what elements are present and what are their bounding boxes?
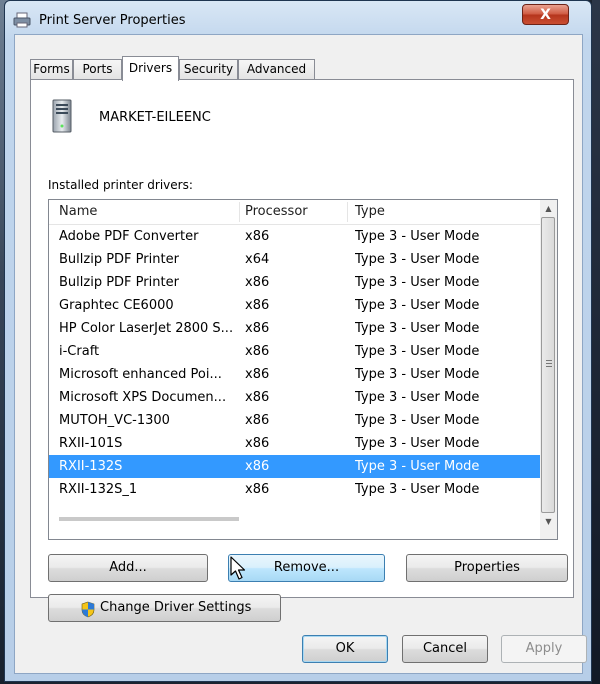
driver-name: Adobe PDF Converter (59, 229, 199, 244)
thumb-grip (546, 363, 552, 364)
add-button[interactable]: Add... (48, 554, 208, 582)
table-row[interactable]: RXII-132S_1 x86 Type 3 - User Mode (49, 478, 540, 501)
driver-type: Type 3 - User Mode (355, 413, 480, 428)
printer-icon (13, 12, 31, 28)
driver-name: Microsoft XPS Documen... (59, 390, 227, 405)
driver-name: Microsoft enhanced Poi... (59, 367, 222, 382)
installed-drivers-label: Installed printer drivers: (48, 178, 193, 192)
driver-type: Type 3 - User Mode (355, 459, 480, 474)
server-icon (52, 99, 72, 133)
driver-processor: x86 (245, 482, 270, 497)
uac-shield-icon (81, 601, 95, 618)
title-bar[interactable]: Print Server Properties X (5, 1, 591, 35)
cancel-button[interactable]: Cancel (402, 635, 488, 663)
driver-type: Type 3 - User Mode (355, 298, 480, 313)
driver-type: Type 3 - User Mode (355, 367, 480, 382)
driver-processor: x86 (245, 459, 270, 474)
table-row[interactable]: Graphtec CE6000 x86 Type 3 - User Mode (49, 294, 540, 317)
driver-type: Type 3 - User Mode (355, 275, 480, 290)
table-row[interactable]: i-Craft x86 Type 3 - User Mode (49, 340, 540, 363)
close-icon: X (540, 7, 551, 23)
tab-drivers[interactable]: Drivers (122, 56, 179, 81)
driver-processor: x86 (245, 229, 270, 244)
column-separator[interactable] (239, 202, 240, 222)
driver-processor: x86 (245, 275, 270, 290)
table-row[interactable]: Microsoft XPS Documen... x86 Type 3 - Us… (49, 386, 540, 409)
clipped-text-fragment (59, 517, 239, 521)
table-row[interactable]: RXII-101S x86 Type 3 - User Mode (49, 432, 540, 455)
driver-name: RXII-132S (59, 459, 123, 474)
scroll-up-arrow-icon[interactable]: ▲ (540, 200, 557, 217)
column-header-name[interactable]: Name (59, 200, 97, 224)
print-server-properties-dialog: Print Server Properties X Forms Ports Dr… (4, 0, 592, 682)
table-row-selected[interactable]: RXII-132S x86 Type 3 - User Mode (49, 455, 540, 478)
table-row[interactable]: MUTOH_VC-1300 x86 Type 3 - User Mode (49, 409, 540, 432)
driver-name: RXII-101S (59, 436, 123, 451)
thumb-grip (546, 366, 552, 367)
tab-advanced[interactable]: Advanced (238, 59, 315, 80)
desktop-background-right (592, 0, 600, 684)
table-row-clipped[interactable] (49, 501, 540, 539)
tab-forms[interactable]: Forms (30, 59, 73, 80)
driver-type: Type 3 - User Mode (355, 252, 480, 267)
driver-type: Type 3 - User Mode (355, 390, 480, 405)
thumb-grip (546, 360, 552, 361)
ok-button[interactable]: OK (302, 635, 388, 663)
driver-type: Type 3 - User Mode (355, 321, 480, 336)
driver-name: RXII-132S_1 (59, 482, 138, 497)
driver-name: MUTOH_VC-1300 (59, 413, 170, 428)
driver-processor: x64 (245, 252, 270, 267)
driver-processor: x86 (245, 298, 270, 313)
window-title: Print Server Properties (39, 13, 186, 28)
properties-button[interactable]: Properties (406, 554, 568, 582)
driver-type: Type 3 - User Mode (355, 344, 480, 359)
driver-type: Type 3 - User Mode (355, 229, 480, 244)
scroll-down-arrow-icon[interactable]: ▼ (540, 513, 557, 530)
driver-processor: x86 (245, 344, 270, 359)
driver-name: Graphtec CE6000 (59, 298, 174, 313)
table-row[interactable]: HP Color LaserJet 2800 S... x86 Type 3 -… (49, 317, 540, 340)
driver-processor: x86 (245, 413, 270, 428)
change-driver-settings-label: Change Driver Settings (100, 600, 252, 615)
driver-type: Type 3 - User Mode (355, 436, 480, 451)
dialog-client-area: Forms Ports Drivers Security Advanced MA… (14, 34, 587, 674)
column-separator[interactable] (347, 202, 348, 222)
clipped-row-fragment (59, 507, 539, 521)
driver-processor: x86 (245, 321, 270, 336)
table-row[interactable]: Bullzip PDF Printer x86 Type 3 - User Mo… (49, 271, 540, 294)
driver-type: Type 3 - User Mode (355, 482, 480, 497)
driver-name: Bullzip PDF Printer (59, 252, 179, 267)
column-header-processor[interactable]: Processor (245, 200, 308, 224)
table-row[interactable]: Bullzip PDF Printer x64 Type 3 - User Mo… (49, 248, 540, 271)
change-driver-settings-button[interactable]: Change Driver Settings (48, 594, 281, 622)
driver-name: HP Color LaserJet 2800 S... (59, 321, 234, 336)
tab-ports[interactable]: Ports (73, 59, 122, 80)
driver-processor: x86 (245, 390, 270, 405)
column-header-row: Name Processor Type (49, 200, 540, 225)
apply-button[interactable]: Apply (501, 635, 587, 663)
table-row[interactable]: Microsoft enhanced Poi... x86 Type 3 - U… (49, 363, 540, 386)
column-header-type[interactable]: Type (355, 200, 385, 224)
driver-processor: x86 (245, 367, 270, 382)
driver-name: i-Craft (59, 344, 100, 359)
vertical-scrollbar[interactable]: ▲ ▼ (540, 200, 557, 539)
server-name: MARKET-EILEENC (99, 110, 211, 125)
driver-name: Bullzip PDF Printer (59, 275, 179, 290)
mouse-pointer-icon (230, 556, 246, 580)
driver-processor: x86 (245, 436, 270, 451)
tab-security[interactable]: Security (179, 59, 238, 80)
close-button[interactable]: X (522, 4, 569, 25)
drivers-list[interactable]: Name Processor Type Adobe PDF Converter … (48, 199, 558, 540)
table-row[interactable]: Adobe PDF Converter x86 Type 3 - User Mo… (49, 225, 540, 248)
scrollbar-thumb[interactable] (541, 217, 555, 513)
